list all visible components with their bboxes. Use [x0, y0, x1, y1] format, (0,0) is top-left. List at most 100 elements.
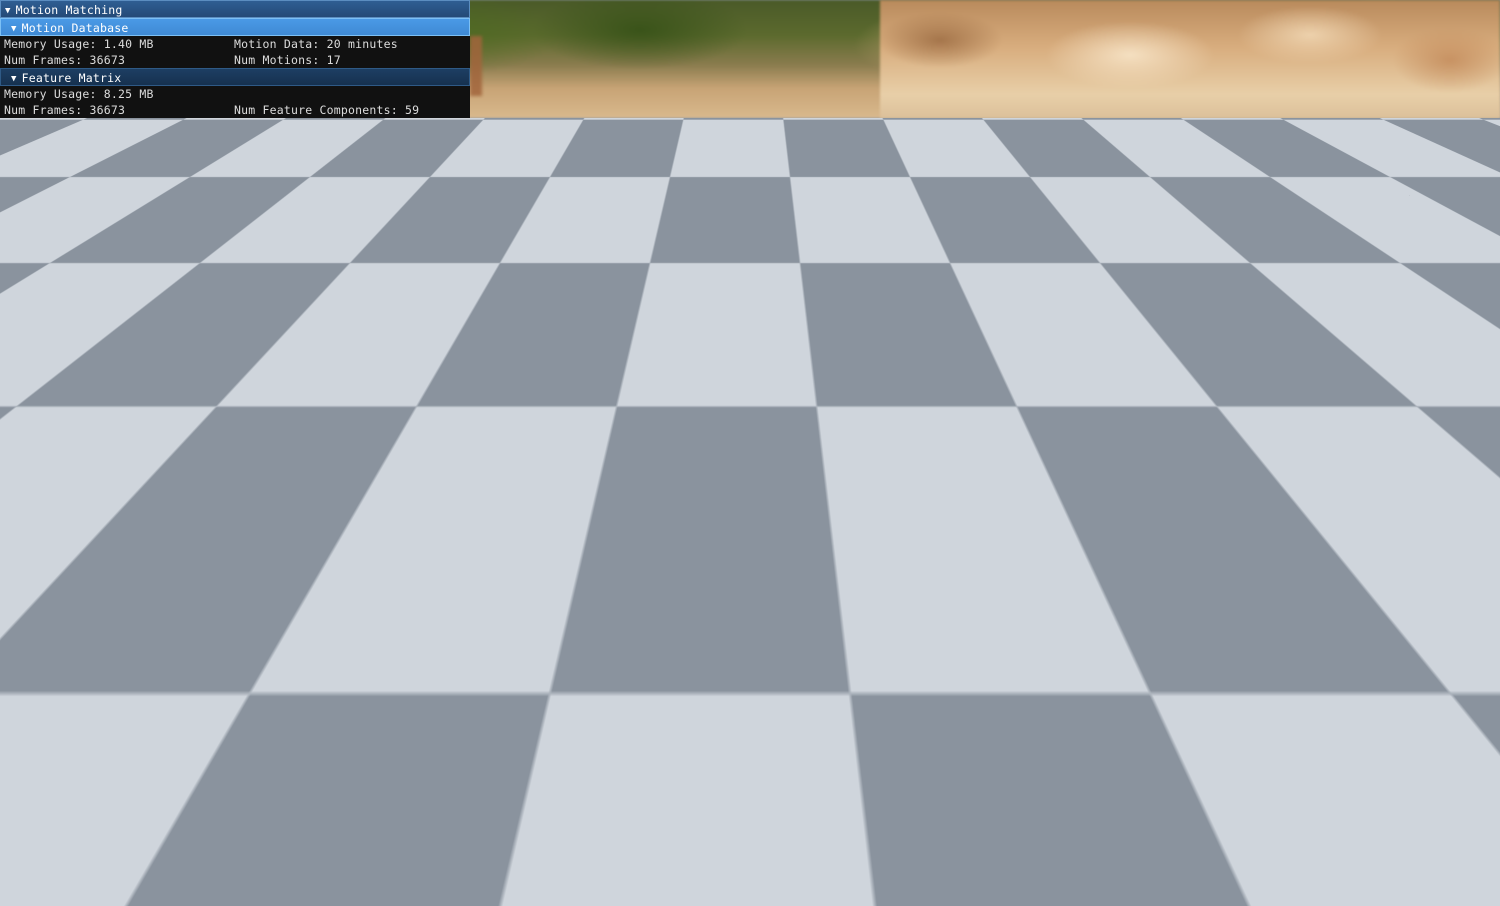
stat-num-motions: Num Motions: 17 — [234, 53, 341, 67]
graph-bar — [139, 815, 143, 835]
graph-bar — [293, 387, 297, 393]
graph-update[interactable]: Update 3.458 0.009 1.731 0.004 — [8, 189, 416, 235]
graph-row-pelvis-velocity: Pelvis Velocity 2.350 0.010 1.175 0.000 0.19 — [0, 681, 470, 734]
graph-midline — [9, 548, 415, 549]
graph-bar — [374, 871, 379, 888]
graph-bar — [220, 884, 224, 888]
graph-bar — [199, 777, 204, 782]
graph-bar — [139, 727, 143, 729]
graph-bar — [208, 279, 212, 287]
graph-bar — [407, 774, 411, 782]
graph-bar — [65, 509, 70, 517]
graph-bar — [159, 280, 163, 287]
graph-bar — [134, 418, 139, 446]
graph-bar — [171, 233, 176, 234]
graph-find-lowest-cost-frame-index[interactable]: FindLowestCostFrameIndex 7.156 1.153 3.978 0… — [8, 401, 416, 447]
graph-bar — [106, 509, 111, 517]
graph-bar — [167, 232, 171, 234]
graph-left-foot-position[interactable]: Left Foot Position 0.314 0.126 0.157 0.000 — [8, 472, 416, 518]
graph-bar — [191, 515, 196, 517]
graph-bar — [378, 814, 383, 835]
triangle-down-icon[interactable]: ▼ — [11, 120, 17, 138]
graph-bar — [187, 515, 192, 517]
graph-bar — [260, 618, 265, 623]
graph-bar — [65, 720, 70, 729]
graph-bar — [350, 383, 354, 393]
graph-total-cost[interactable]: Total Cost 14.854 2.935 7.599 0.343 — [8, 843, 416, 889]
graph-bar — [98, 423, 102, 446]
graph-bar — [325, 833, 330, 835]
graph-bar — [69, 232, 74, 234]
section-header-kd-tree[interactable]: ▼ Kd-Tree — [0, 118, 470, 136]
graph-bar — [98, 875, 102, 888]
graph-bar — [256, 812, 261, 835]
stat-row: Num Nodes: 76 Num Dimensions: 15 — [0, 152, 470, 168]
graph-bar — [65, 386, 70, 393]
graph-bar — [329, 503, 334, 517]
motion-matching-debug-panel[interactable]: ▼ Motion Matching ▼ Motion Database Memory… — [0, 0, 470, 906]
graph-calculate-velocities[interactable]: Calculate velocities 0.183 0.084 0.123 0.063 — [8, 348, 416, 394]
graph-right-foot-velocity[interactable]: Right Foot Velocity 1.749 0.400 0.874 0.000 — [8, 631, 416, 677]
graph-bar — [122, 509, 127, 517]
graph-bar — [143, 232, 147, 234]
graph-future-trajectory[interactable]: Future Trajectory 7.448 1.190 3.844 0.240 — [8, 737, 416, 783]
graph-past-trajectory[interactable]: Past Trajectory 1.742 0.789 0.871 0.000 — [8, 790, 416, 836]
graph-bar — [236, 385, 241, 393]
triangle-down-icon[interactable]: ▼ — [11, 20, 17, 38]
graph-bar — [354, 500, 358, 517]
section-header-performance-statistics[interactable]: ▼ Performance Statistics — [0, 168, 470, 186]
graph-bar — [90, 874, 94, 888]
graph-bar — [175, 233, 180, 234]
graph-bar — [57, 282, 62, 287]
graph-output[interactable]: Output 0.078 0.023 0.046 0.014 — [8, 295, 416, 341]
triangle-down-icon[interactable]: ▼ — [5, 2, 11, 20]
graph-bar — [57, 333, 62, 340]
graph-bar — [285, 563, 289, 570]
graph-pelvis-velocity[interactable]: Pelvis Velocity 2.350 0.010 1.175 0.000 — [8, 684, 416, 730]
graph-bar — [305, 618, 310, 623]
panel-header-motion-matching[interactable]: ▼ Motion Matching — [0, 0, 470, 18]
stat-row: Num Frames: 36673 Num Motions: 17 — [0, 52, 470, 68]
graph-bar — [195, 667, 200, 676]
graph-bar — [102, 232, 106, 234]
graph-bar — [354, 727, 358, 729]
graph-bar — [346, 667, 350, 676]
graph-bar — [175, 727, 180, 729]
graph-bar — [191, 388, 196, 393]
graph-bar — [134, 768, 139, 782]
graph-bar — [244, 866, 249, 888]
stat-memory-usage: Memory Usage: 2.27 MB — [4, 137, 154, 151]
graph-bar — [61, 561, 66, 570]
graph-bar — [325, 386, 330, 393]
graph-bar — [98, 503, 102, 517]
graph-bar — [183, 327, 188, 340]
graph-bar — [264, 563, 269, 570]
graph-bar — [305, 727, 310, 729]
graph-bar — [82, 772, 86, 782]
graph-bar — [208, 563, 212, 570]
graph-bar — [171, 434, 176, 446]
graph-bar — [236, 272, 241, 287]
graph-bar — [151, 727, 155, 729]
graph-bar — [321, 870, 326, 888]
graph-bar — [252, 276, 257, 287]
graph-bar — [199, 434, 204, 446]
graph-bar — [53, 886, 58, 888]
graph-bar — [143, 386, 147, 393]
graph-bar — [256, 325, 261, 340]
graph-bar — [407, 827, 411, 835]
graph-left-foot-velocity[interactable]: Left Foot Velocity 2.251 0.014 1.126 0.000 — [8, 578, 416, 624]
graph-bar — [236, 329, 241, 340]
graph-bar — [399, 273, 403, 287]
section-header-feature-matrix[interactable]: ▼ Feature Matrix — [0, 68, 470, 86]
graph-bar — [151, 619, 155, 623]
graph-bar — [49, 779, 54, 782]
graph-bar — [390, 384, 395, 393]
section-header-motion-database[interactable]: ▼ Motion Database — [0, 18, 470, 36]
triangle-down-icon[interactable]: ▼ — [11, 70, 17, 88]
graph-bar — [403, 326, 407, 340]
graph-right-foot-position[interactable]: Right Foot Position 0.373 0.355 0.187 0.000 — [8, 525, 416, 571]
section-header-feature-costs[interactable]: ▼ Feature Costs — [0, 451, 470, 469]
graph-post-update[interactable]: Post Update 0.014 0.003 0.008 0.002 — [8, 242, 416, 288]
graph-bar — [102, 620, 106, 623]
